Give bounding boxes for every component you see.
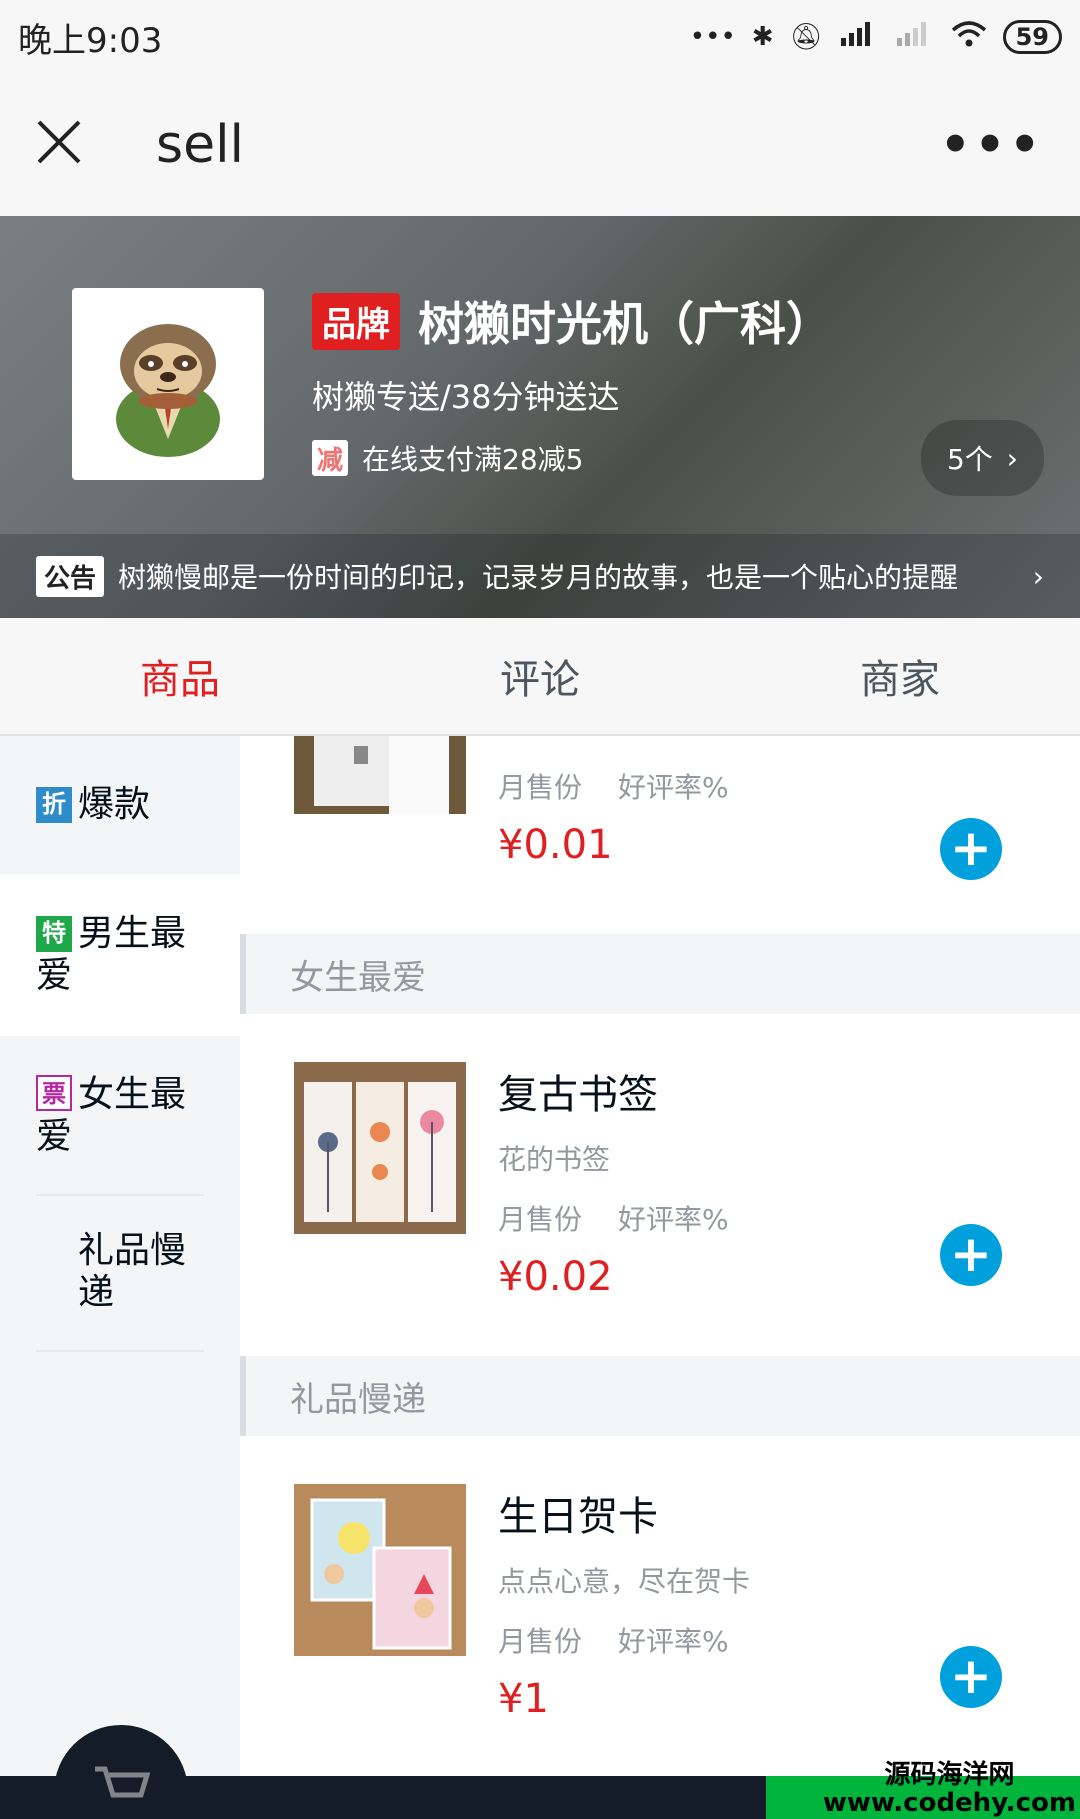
food-content: 复古书签 花的书签 月售份 好评率% ¥0.02 xyxy=(498,1062,729,1308)
support-count-label: 5个 xyxy=(946,443,993,476)
category-menu: 折爆款 特男生最爱 票女生最爱 礼品慢递 xyxy=(0,736,240,1776)
bluetooth-icon: ✱ xyxy=(751,22,774,52)
food-extra: 月售份 好评率% xyxy=(498,1198,729,1238)
brand-badge: 品牌 xyxy=(312,292,400,350)
food-name: 生日贺卡 xyxy=(498,1494,658,1540)
tab-bar: 商品 评论 商家 xyxy=(0,618,1080,736)
more-menu-icon[interactable]: ••• xyxy=(940,117,1044,173)
signal-weak-icon xyxy=(895,20,935,55)
food-sales: 月售份 xyxy=(498,1625,583,1658)
tab-seller[interactable]: 商家 xyxy=(720,618,1080,734)
food-sales: 月售份 xyxy=(498,1203,583,1236)
more-dots-icon: ••• xyxy=(689,22,736,52)
seller-info: 品牌 树獭时光机（广科） 树獭专送/38分钟送达 减 在线支付满28减5 xyxy=(312,288,1012,478)
goods-list: 月售份 好评率% ¥0.01 + 女生最爱 复古书签 花的书签 月售份 好评率%… xyxy=(240,736,1080,1776)
nav-bar: sell ••• xyxy=(0,74,1080,216)
menu-item-girls[interactable]: 票女生最爱 xyxy=(0,1036,240,1198)
menu-item-label: 爆款 xyxy=(78,784,151,825)
support-count-button[interactable]: 5个 › xyxy=(920,420,1044,496)
food-price: ¥1 xyxy=(498,1676,549,1722)
food-desc: 点点心意，尽在贺卡 xyxy=(498,1565,751,1598)
status-time: 晚上9:03 xyxy=(18,20,163,61)
chevron-right-icon: › xyxy=(1006,441,1018,475)
food-item[interactable]: 复古书签 花的书签 月售份 好评率% ¥0.02 + xyxy=(240,1014,1080,1356)
support-text: 在线支付满28减5 xyxy=(362,443,584,476)
menu-item-gifts[interactable]: 礼品慢递 xyxy=(0,1198,240,1360)
food-image xyxy=(294,1062,466,1234)
food-name: 复古书签 xyxy=(498,1072,658,1118)
food-rating: 好评率% xyxy=(618,771,729,804)
add-to-cart-button[interactable]: + xyxy=(940,1224,1002,1286)
watermark: 源码海洋网 www.codehy.com xyxy=(823,1761,1076,1817)
section-title: 礼品慢递 xyxy=(240,1356,1080,1436)
tab-goods[interactable]: 商品 xyxy=(0,618,360,734)
discount-icon: 减 xyxy=(312,440,348,476)
section-title: 女生最爱 xyxy=(240,934,1080,1014)
status-bar: 晚上9:03 ••• ✱ 🔕︎ 59 xyxy=(0,0,1080,74)
page-title: sell xyxy=(156,115,244,175)
battery-icon: 59 xyxy=(1002,20,1062,54)
watermark-line2: www.codehy.com xyxy=(822,1788,1076,1818)
food-extra: 月售份 好评率% xyxy=(498,1620,750,1660)
food-item[interactable]: 生日贺卡 点点心意，尽在贺卡 月售份 好评率% ¥1 + xyxy=(240,1436,1080,1776)
food-desc: 花的书签 xyxy=(498,1143,611,1176)
food-sales: 月售份 xyxy=(498,771,583,804)
food-price: ¥0.01 xyxy=(498,822,613,868)
food-rating: 好评率% xyxy=(618,1625,729,1658)
food-price: ¥0.02 xyxy=(498,1254,613,1300)
food-rating: 好评率% xyxy=(618,1203,729,1236)
food-image xyxy=(294,1484,466,1656)
wifi-icon xyxy=(951,20,987,55)
menu-item-hot[interactable]: 折爆款 xyxy=(0,736,240,874)
add-to-cart-button[interactable]: + xyxy=(940,818,1002,880)
seller-header: 品牌 树獭时光机（广科） 树獭专送/38分钟送达 减 在线支付满28减5 5个 … xyxy=(0,216,1080,618)
menu-item-boys[interactable]: 特男生最爱 xyxy=(0,874,240,1036)
brand-row: 品牌 树獭时光机（广科） xyxy=(312,288,1012,354)
cart-icon xyxy=(71,1765,171,1819)
bulletin-text: 树獭慢邮是一份时间的印记，记录岁月的故事，也是一个贴心的提醒 xyxy=(118,561,959,594)
status-icons: ••• ✱ 🔕︎ 59 xyxy=(690,20,1062,55)
sloth-avatar-icon xyxy=(116,324,220,457)
bulletin-badge: 公告 xyxy=(36,555,105,597)
close-icon[interactable] xyxy=(36,115,106,175)
special-tag-icon: 特 xyxy=(36,916,72,952)
bulletin-bar[interactable]: 公告 树獭慢邮是一份时间的印记，记录岁月的故事，也是一个贴心的提醒 › xyxy=(0,534,1080,618)
food-content: 月售份 好评率% ¥0.01 xyxy=(498,736,729,886)
add-to-cart-button[interactable]: + xyxy=(940,1646,1002,1708)
seller-avatar xyxy=(72,288,264,480)
food-image xyxy=(294,736,466,814)
food-item[interactable]: 月售份 好评率% ¥0.01 + xyxy=(240,736,1080,934)
watermark-line1: 源码海洋网 xyxy=(884,1760,1015,1790)
food-extra: 月售份 好评率% xyxy=(498,766,729,806)
mute-bell-icon: 🔕︎ xyxy=(789,22,823,52)
ticket-tag-icon: 票 xyxy=(36,1075,72,1111)
seller-name: 树獭时光机（广科） xyxy=(418,297,832,351)
support-row: 减 在线支付满28减5 xyxy=(312,438,1012,478)
signal-hd-icon xyxy=(839,20,879,55)
seller-description: 树獭专送/38分钟送达 xyxy=(312,378,620,416)
discount-tag-icon: 折 xyxy=(36,787,72,823)
chevron-right-icon: › xyxy=(1032,559,1044,593)
tab-ratings[interactable]: 评论 xyxy=(360,618,720,734)
food-content: 生日贺卡 点点心意，尽在贺卡 月售份 好评率% ¥1 xyxy=(498,1484,750,1730)
menu-item-label: 礼品慢递 xyxy=(78,1230,187,1313)
